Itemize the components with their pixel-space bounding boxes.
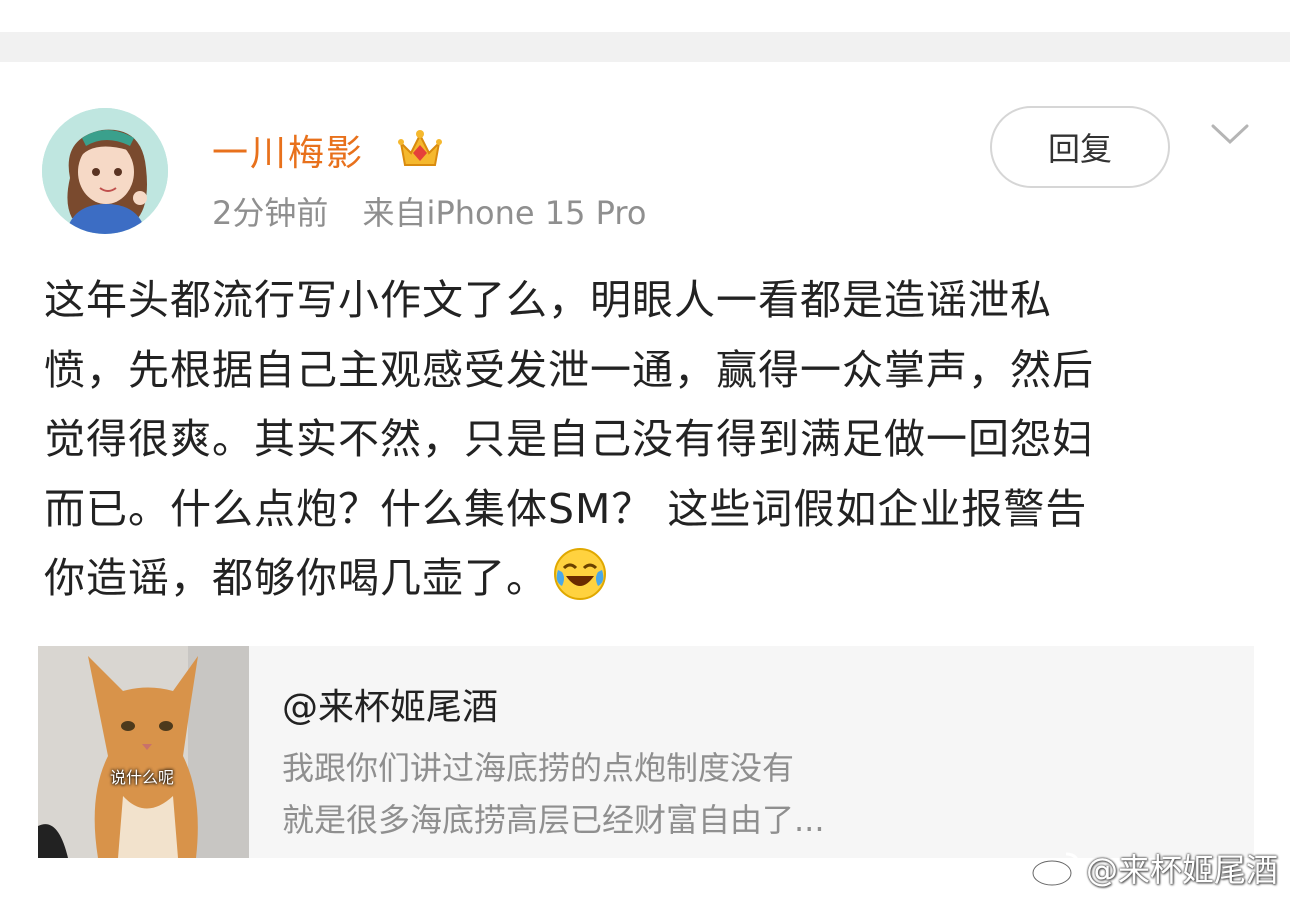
cat-image [38,646,249,858]
post-time: 2分钟前 [212,194,329,232]
weibo-logo-icon [1031,852,1080,887]
quoted-author[interactable]: @来杯姬尾酒 [282,678,498,730]
post-line-text: 你造谣，都够你喝几壶了。 [44,554,548,602]
quoted-excerpt: 我跟你们讲过海底捞的点炮制度没有 就是很多海底捞高层已经财富自由了... [282,742,825,846]
quoted-excerpt-line: 就是很多海底捞高层已经财富自由了... [282,801,825,839]
avatar-illustration [42,108,168,234]
quoted-post-card[interactable]: 说什么呢 @来杯姬尾酒 我跟你们讲过海底捞的点炮制度没有 就是很多海底捞高层已经… [38,646,1254,858]
quoted-post-thumbnail[interactable]: 说什么呢 [38,646,249,858]
post-line: 愤，先根据自己主观感受发泄一通，赢得一众掌声，然后 [44,345,1094,394]
post-body: 这年头都流行写小作文了么，明眼人一看都是造谣泄私 愤，先根据自己主观感受发泄一通… [44,266,1254,614]
post-line: 觉得很爽。其实不然，只是自己没有得到满足做一回怨妇 [44,415,1094,463]
post-source: 来自iPhone 15 Pro [362,194,647,232]
post-line: 而已。什么点炮？什么集体SM？ 这些词假如企业报警告 [44,484,1088,533]
crown-icon[interactable] [397,127,443,171]
reply-button[interactable]: 回复 [990,106,1170,188]
chevron-down-icon[interactable] [1210,120,1250,150]
quoted-excerpt-line: 我跟你们讲过海底捞的点炮制度没有 [282,749,795,787]
avatar[interactable] [42,108,168,234]
post-line: 这年头都流行写小作文了么，明眼人一看都是造谣泄私 [44,276,1052,324]
laughing-crying-icon [554,548,606,600]
post-line-last: 你造谣，都够你喝几壶了。 [44,544,1254,614]
username[interactable]: 一川梅影 [212,124,364,176]
watermark: @来杯姬尾酒 [1030,846,1278,890]
section-divider [0,32,1290,62]
thumbnail-caption: 说什么呢 [110,768,175,787]
watermark-text: @来杯姬尾酒 [1086,851,1279,889]
post-meta: 2分钟前 来自iPhone 15 Pro [212,188,646,234]
